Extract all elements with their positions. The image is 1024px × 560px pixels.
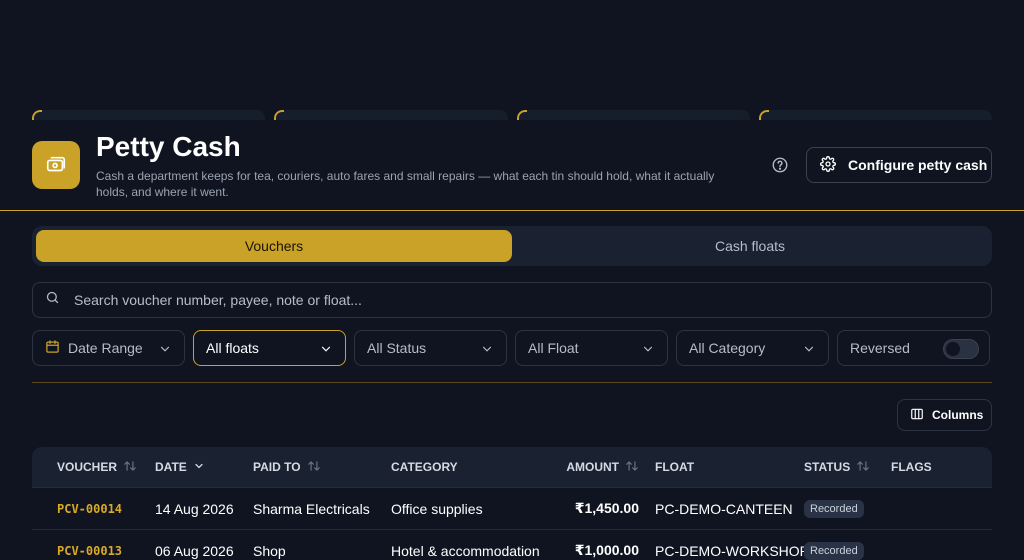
reversed-filter: Reversed: [837, 330, 990, 366]
tab-cash-floats[interactable]: Cash floats: [512, 230, 988, 262]
money-tin-icon: [32, 141, 80, 189]
columns-button[interactable]: Columns: [897, 399, 992, 431]
chevron-down-icon: [641, 342, 655, 359]
table-header: VOUCHER DATE PAID TO CATEGORY AMOUNT FLO…: [32, 447, 992, 488]
calendar-icon: [45, 339, 60, 357]
vouchers-table: VOUCHER DATE PAID TO CATEGORY AMOUNT FLO…: [32, 447, 992, 560]
chevron-down-icon: [319, 342, 333, 359]
column-header-category: CATEGORY: [391, 460, 541, 474]
float-select[interactable]: All Float: [515, 330, 668, 366]
column-header-label: DATE: [155, 460, 187, 474]
sort-icon: [307, 460, 321, 475]
status-cell: Recorded: [804, 541, 891, 560]
date-range-filter[interactable]: Date Range: [32, 330, 185, 366]
page-header: Petty Cash Cash a department keeps for t…: [0, 120, 1024, 211]
voucher-number[interactable]: PCV-00013: [32, 544, 155, 558]
category: Office supplies: [391, 500, 483, 517]
columns-label: Columns: [932, 408, 984, 422]
search-icon: [45, 290, 60, 310]
help-icon[interactable]: [771, 156, 789, 174]
divider: [32, 382, 992, 383]
status-cell: Recorded: [804, 499, 891, 518]
floats-select[interactable]: All floats: [193, 330, 346, 366]
column-header-label: STATUS: [804, 460, 851, 474]
category-select-value: All Category: [689, 340, 766, 356]
voucher-date: 06 Aug 2026: [155, 542, 234, 559]
column-header-label: CATEGORY: [391, 460, 458, 474]
status-select-value: All Status: [367, 340, 427, 356]
column-header-label: PAID TO: [253, 460, 301, 474]
paid-to: Shop: [253, 542, 286, 559]
voucher-date: 14 Aug 2026: [155, 500, 234, 517]
float-select-value: All Float: [528, 340, 579, 356]
column-header-status[interactable]: STATUS: [804, 460, 891, 475]
date-range-label: Date Range: [68, 340, 143, 356]
float: PC-DEMO-CANTEEN: [655, 500, 793, 517]
status-select[interactable]: All Status: [354, 330, 507, 366]
paid-to: Sharma Electricals: [253, 500, 370, 517]
chevron-down-icon: [193, 460, 205, 475]
column-header-label: FLAGS: [891, 460, 932, 474]
column-header-label: FLOAT: [655, 460, 695, 474]
chevron-down-icon: [158, 342, 172, 359]
configure-petty-cash-button[interactable]: Configure petty cash: [806, 147, 992, 183]
column-header-float: FLOAT: [639, 460, 804, 474]
reversed-label: Reversed: [850, 340, 910, 356]
float: PC-DEMO-WORKSHOP: [655, 542, 804, 559]
sort-icon: [856, 460, 870, 475]
page-subtitle: Cash a department keeps for tea, courier…: [96, 169, 715, 199]
table-row[interactable]: PCV-00014 14 Aug 2026 Sharma Electricals…: [32, 488, 992, 530]
floats-select-value: All floats: [206, 340, 259, 356]
status-badge: Recorded: [804, 500, 864, 518]
column-header-paid-to[interactable]: PAID TO: [253, 460, 391, 475]
tab-vouchers[interactable]: Vouchers: [36, 230, 512, 262]
status-badge: Recorded: [804, 542, 864, 560]
table-row[interactable]: PCV-00013 06 Aug 2026 Shop Hotel & accom…: [32, 530, 992, 560]
amount: ₹1,000.00: [574, 542, 639, 558]
sort-icon: [123, 460, 137, 475]
chevron-down-icon: [480, 342, 494, 359]
column-header-voucher[interactable]: VOUCHER: [32, 460, 155, 475]
page-title: Petty Cash: [96, 131, 241, 162]
chevron-down-icon: [802, 342, 816, 359]
columns-icon: [910, 407, 924, 424]
column-header-flags: FLAGS: [891, 460, 971, 474]
search-bar: [32, 282, 992, 318]
column-header-label: VOUCHER: [57, 460, 118, 474]
category: Hotel & accommodation: [391, 542, 540, 559]
column-header-amount[interactable]: AMOUNT: [541, 460, 639, 475]
column-header-label: AMOUNT: [566, 460, 619, 474]
view-tabs: Vouchers Cash floats: [32, 226, 992, 266]
reversed-toggle[interactable]: [943, 339, 979, 359]
sort-icon: [625, 460, 639, 475]
configure-label: Configure petty cash: [848, 157, 988, 173]
gear-icon: [820, 155, 836, 175]
filter-bar: Date Range All floats All Status All Flo…: [32, 330, 992, 366]
search-input[interactable]: [74, 292, 954, 308]
voucher-number[interactable]: PCV-00014: [32, 502, 155, 516]
amount: ₹1,450.00: [574, 500, 639, 516]
column-header-date[interactable]: DATE: [155, 460, 253, 475]
category-select[interactable]: All Category: [676, 330, 829, 366]
